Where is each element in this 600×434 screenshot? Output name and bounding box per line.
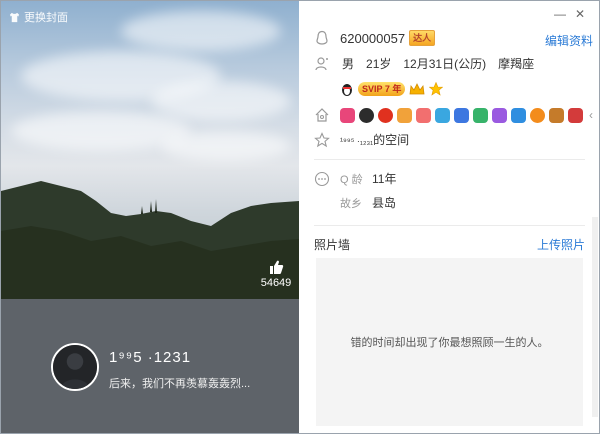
divider-1 [314, 159, 585, 160]
crown-icon[interactable] [409, 82, 425, 96]
penguin-icon [314, 30, 330, 46]
zodiac: 摩羯座 [498, 57, 535, 71]
vip-row: SVIP 7 年 [314, 81, 585, 97]
more-icon[interactable] [314, 171, 330, 187]
badge-list: ‹ › [340, 107, 599, 123]
shirt-icon [9, 12, 20, 22]
bag-badge-icon[interactable] [549, 107, 564, 123]
nickname: 1⁹⁹5 ·1231 [109, 349, 192, 366]
space-name-prefix: ¹⁹⁹⁵ ·₁₂₃₁ [340, 136, 374, 146]
photo-wall-empty-text: 错的时间却出现了你最想照顾一生的人。 [350, 337, 549, 349]
qq-badge-icon[interactable] [511, 107, 526, 123]
hometown-label: 故乡 [340, 197, 362, 210]
space-link[interactable]: ¹⁹⁹⁵ ·₁₂₃₁的空间 [340, 131, 409, 148]
q-age-value: 11年 [372, 172, 397, 186]
expert-badge[interactable]: 达人 [409, 30, 436, 46]
avatar[interactable] [51, 343, 99, 391]
signature: 后来，我们不再羡慕轰轰烈... [109, 378, 251, 390]
close-button[interactable]: ✕ [573, 7, 587, 21]
like-count: 54649 [260, 277, 292, 289]
vip-row-spacer [314, 81, 330, 97]
cover-mountains [1, 181, 299, 301]
edit-profile-link[interactable]: 编辑资料 [545, 32, 593, 49]
space-name-suffix: 的空间 [373, 133, 410, 147]
upload-photo-link[interactable]: 上传照片 [537, 236, 585, 253]
trophy-badge-icon[interactable] [568, 107, 583, 123]
gift-badge-icon[interactable] [397, 107, 412, 123]
space-row: ¹⁹⁹⁵ ·₁₂₃₁的空间 [314, 131, 585, 148]
birthday: 12月31日(公历) [403, 57, 487, 71]
thumbs-up-icon [270, 260, 284, 274]
star-badge-icon[interactable] [454, 107, 469, 123]
q-age-row: Q 龄 11年 [314, 170, 585, 187]
red-diamond-badge-icon[interactable] [378, 107, 393, 123]
hometown-row: 故乡 县岛 [314, 194, 585, 211]
blue-diamond-badge-icon[interactable] [492, 107, 507, 123]
avatar-image [53, 345, 97, 389]
orange-badge-icon[interactable] [530, 107, 545, 123]
person-icon [314, 56, 330, 72]
house-icon [314, 107, 330, 123]
qq-number: 620000057 [340, 30, 406, 46]
scrollbar[interactable] [592, 217, 598, 417]
age: 21岁 [366, 57, 392, 71]
gender: 男 [342, 57, 355, 71]
change-cover-label: 更换封面 [24, 12, 68, 24]
hometown-spacer [314, 195, 330, 211]
badges-row: ‹ › [314, 107, 593, 123]
minimize-button[interactable]: — [553, 7, 567, 21]
like-button[interactable]: 54649 [259, 259, 293, 289]
badges-prev-icon[interactable]: ‹ [589, 108, 593, 122]
person-badge-icon[interactable] [359, 107, 374, 123]
q-age-label: Q 龄 [340, 173, 363, 186]
profile-window: 更换封面 54649 1⁹⁹5 ·1231 后来，我们不再羡慕轰轰烈... — … [0, 0, 600, 434]
penguin-vip-icon [342, 84, 352, 96]
heart-badge-icon[interactable] [340, 107, 355, 123]
star-outline-icon [314, 131, 330, 148]
change-cover-button[interactable]: 更换封面 [9, 9, 68, 25]
chat-badge-icon[interactable] [435, 107, 450, 123]
basic-info-row: 男 21岁 12月31日(公历) 摩羯座 [314, 55, 585, 72]
photo-wall: 错的时间却出现了你最想照顾一生的人。 [316, 258, 583, 426]
cover-panel: 更换封面 54649 1⁹⁹5 ·1231 后来，我们不再羡慕轰轰烈... [1, 1, 299, 433]
svip-badge[interactable]: SVIP 7 年 [358, 82, 406, 96]
profile-panel: — ✕ 620000057 达人 编辑资料 男 21岁 12月31日(公历) 摩… [300, 1, 599, 433]
hometown-value: 县岛 [372, 196, 397, 210]
cover-bottom [1, 299, 299, 433]
divider-2 [314, 225, 585, 226]
envelope-badge-icon[interactable] [416, 107, 431, 123]
green-diamond-badge-icon[interactable] [473, 107, 488, 123]
star-icon[interactable] [429, 82, 444, 96]
photo-wall-title: 照片墙 [314, 238, 351, 252]
